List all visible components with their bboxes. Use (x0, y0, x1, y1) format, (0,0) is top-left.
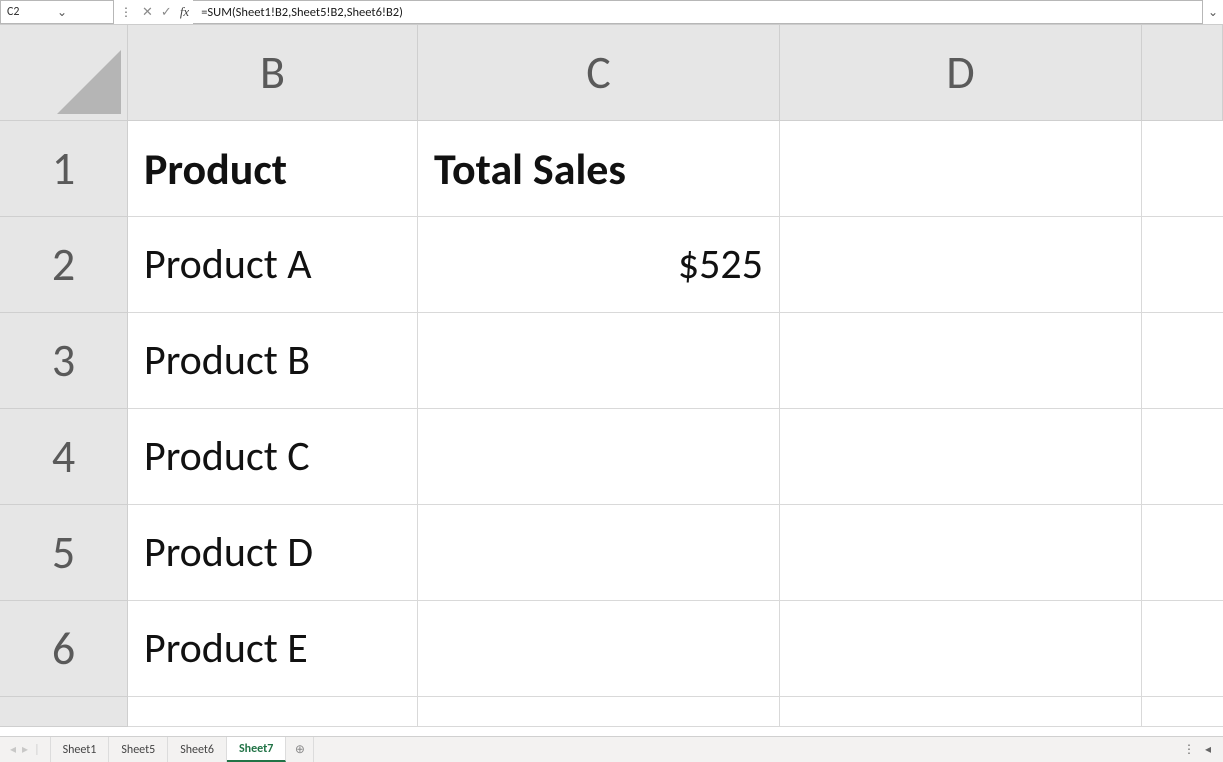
select-all-corner[interactable] (0, 25, 128, 120)
cell-D3[interactable] (780, 313, 1142, 409)
column-header-rest (1142, 25, 1223, 120)
cell-C1[interactable]: Total Sales (418, 121, 780, 217)
row-header-5[interactable]: 5 (0, 505, 128, 601)
row-header-7[interactable] (0, 697, 128, 727)
cell-rest-7[interactable] (1142, 697, 1223, 727)
formula-input[interactable]: =SUM(Sheet1!B2,Sheet5!B2,Sheet6!B2) (193, 0, 1203, 24)
cell-B4[interactable]: Product C (128, 409, 418, 505)
sheet-tab-1[interactable]: Sheet5 (109, 737, 168, 762)
row-3: 3 Product B (0, 313, 1223, 409)
sheet-tab-nav: ◂ ▸ | (0, 737, 50, 762)
row-header-3[interactable]: 3 (0, 313, 128, 409)
cell-C7[interactable] (418, 697, 780, 727)
cell-D6[interactable] (780, 601, 1142, 697)
cell-C3[interactable] (418, 313, 780, 409)
formula-bar-actions: ✕ ✓ fx (138, 0, 193, 24)
tab-next-icon[interactable]: ▸ (22, 742, 28, 757)
cell-D7[interactable] (780, 697, 1142, 727)
name-box-value: C2 (7, 5, 57, 19)
tab-right-controls: ⋮ ◂ (1171, 737, 1223, 762)
row-2: 2 Product A $525 (0, 217, 1223, 313)
cell-D1[interactable] (780, 121, 1142, 217)
name-box[interactable]: C2 ⌄ (0, 0, 114, 24)
cell-B6[interactable]: Product E (128, 601, 418, 697)
column-header-row: B C D (0, 25, 1223, 121)
cell-rest-5[interactable] (1142, 505, 1223, 601)
row-4: 4 Product C (0, 409, 1223, 505)
cell-C4[interactable] (418, 409, 780, 505)
cell-D4[interactable] (780, 409, 1142, 505)
cell-C2[interactable]: $525 (418, 217, 780, 313)
cell-rest-3[interactable] (1142, 313, 1223, 409)
column-header-B[interactable]: B (128, 25, 418, 120)
tab-nav-separator: | (34, 743, 40, 757)
tab-right-menu-icon[interactable]: ⋮ (1183, 742, 1195, 757)
cell-rest-6[interactable] (1142, 601, 1223, 697)
formula-bar-expand-icon[interactable]: ⌄ (1203, 5, 1223, 20)
sheet-tab-3[interactable]: Sheet7 (227, 737, 286, 762)
cell-C6[interactable] (418, 601, 780, 697)
column-header-D[interactable]: D (780, 25, 1142, 120)
cell-C5[interactable] (418, 505, 780, 601)
row-header-1[interactable]: 1 (0, 121, 128, 217)
tab-right-back-icon[interactable]: ◂ (1205, 742, 1211, 757)
formula-input-value: =SUM(Sheet1!B2,Sheet5!B2,Sheet6!B2) (201, 5, 403, 20)
spreadsheet-grid: 1 Product Total Sales 2 Product A $525 3… (0, 121, 1223, 727)
cell-B3[interactable]: Product B (128, 313, 418, 409)
row-5: 5 Product D (0, 505, 1223, 601)
name-box-dropdown-icon[interactable]: ⌄ (57, 5, 107, 20)
row-1: 1 Product Total Sales (0, 121, 1223, 217)
fx-icon[interactable]: fx (176, 4, 193, 20)
cell-D5[interactable] (780, 505, 1142, 601)
cell-B2[interactable]: Product A (128, 217, 418, 313)
sheet-tab-bar: ◂ ▸ | Sheet1 Sheet5 Sheet6 Sheet7 ⊕ ⋮ ◂ (0, 736, 1223, 762)
cell-rest-2[interactable] (1142, 217, 1223, 313)
sheet-tab-2[interactable]: Sheet6 (168, 737, 227, 762)
row-7-sliver (0, 697, 1223, 727)
cancel-formula-icon[interactable]: ✕ (138, 5, 157, 20)
cell-B1[interactable]: Product (128, 121, 418, 217)
cell-B5[interactable]: Product D (128, 505, 418, 601)
cell-rest-1[interactable] (1142, 121, 1223, 217)
row-6: 6 Product E (0, 601, 1223, 697)
cell-D2[interactable] (780, 217, 1142, 313)
row-header-4[interactable]: 4 (0, 409, 128, 505)
row-header-6[interactable]: 6 (0, 601, 128, 697)
cell-B7[interactable] (128, 697, 418, 727)
tab-spacer (314, 737, 1171, 762)
row-header-2[interactable]: 2 (0, 217, 128, 313)
cell-rest-4[interactable] (1142, 409, 1223, 505)
enter-formula-icon[interactable]: ✓ (157, 5, 176, 20)
add-sheet-icon[interactable]: ⊕ (286, 737, 314, 762)
formula-bar: C2 ⌄ ⋮ ✕ ✓ fx =SUM(Sheet1!B2,Sheet5!B2,S… (0, 0, 1223, 25)
column-header-C[interactable]: C (418, 25, 780, 120)
sheet-tab-0[interactable]: Sheet1 (50, 737, 110, 762)
formula-bar-separator: ⋮ (114, 0, 138, 24)
tab-prev-all-icon[interactable]: ◂ (10, 742, 16, 757)
